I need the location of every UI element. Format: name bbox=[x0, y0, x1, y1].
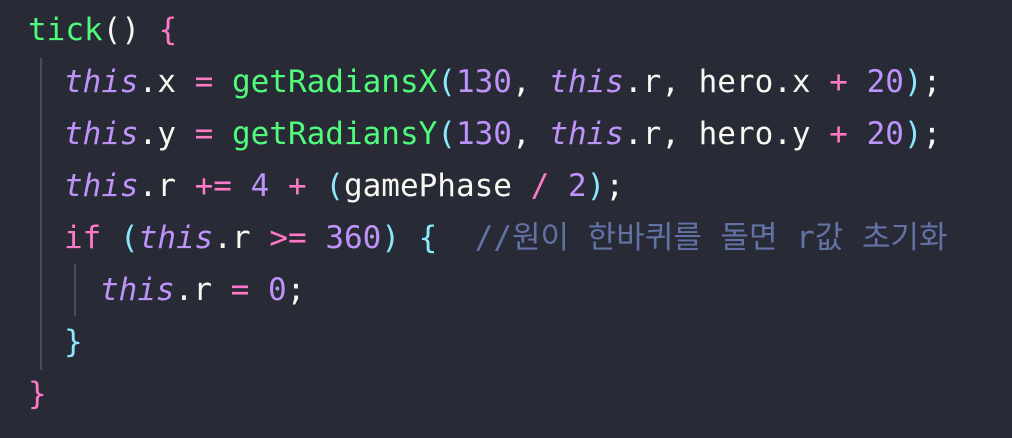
separator: , bbox=[511, 116, 550, 152]
operator: >= bbox=[250, 220, 326, 256]
if-keyword: if bbox=[64, 220, 102, 256]
code-line-4: this.r += 4 + (gamePhase / 2); bbox=[64, 160, 624, 212]
number: 360 bbox=[325, 220, 382, 256]
function-name: tick bbox=[28, 12, 103, 48]
paren: ( bbox=[325, 168, 344, 204]
this-keyword: this bbox=[549, 64, 624, 100]
code-line-1: tick() { bbox=[28, 4, 177, 56]
semicolon: ; bbox=[922, 116, 942, 152]
operator: / bbox=[511, 168, 568, 204]
indent-guide-inner bbox=[74, 264, 76, 316]
property: .r bbox=[213, 220, 251, 256]
this-keyword: this bbox=[64, 64, 139, 100]
number: 130 bbox=[455, 64, 512, 100]
code-line-7: } bbox=[64, 316, 83, 368]
operator: + bbox=[810, 116, 867, 152]
operator: += bbox=[175, 168, 251, 204]
variable: gamePhase bbox=[343, 168, 512, 204]
operator: = bbox=[175, 64, 232, 100]
number: 130 bbox=[455, 116, 512, 152]
number: 20 bbox=[866, 64, 904, 100]
number: 20 bbox=[866, 116, 904, 152]
separator: , bbox=[661, 116, 699, 152]
open-brace: { bbox=[158, 12, 178, 48]
this-keyword: this bbox=[64, 168, 139, 204]
indent-guide-outer bbox=[40, 58, 42, 370]
semicolon: ; bbox=[605, 168, 624, 204]
property: .r bbox=[138, 168, 176, 204]
property: .x bbox=[138, 64, 176, 100]
close-brace: } bbox=[28, 376, 47, 412]
number: 4 bbox=[250, 168, 270, 204]
number: 2 bbox=[567, 168, 587, 204]
function-call: getRadiansY bbox=[231, 116, 438, 152]
argument: hero.y bbox=[698, 116, 811, 152]
property: .r bbox=[174, 272, 212, 308]
parens: () bbox=[102, 12, 140, 48]
paren: ) bbox=[381, 220, 400, 256]
paren: ( bbox=[437, 64, 456, 100]
paren: ) bbox=[903, 64, 923, 100]
operator: + bbox=[810, 64, 867, 100]
paren: ( bbox=[120, 220, 139, 256]
property: .r bbox=[623, 64, 662, 100]
code-line-5: if (this.r >= 360) { //원이 한바퀴를 돌면 r값 초기화 bbox=[64, 212, 948, 264]
code-editor[interactable]: tick() { this.x = getRadiansX(130, this.… bbox=[0, 0, 1012, 438]
property: .r bbox=[623, 116, 662, 152]
code-line-8: } bbox=[28, 368, 47, 420]
operator: = bbox=[211, 272, 268, 308]
paren: ( bbox=[437, 116, 456, 152]
this-keyword: this bbox=[549, 116, 624, 152]
function-call: getRadiansX bbox=[231, 64, 438, 100]
paren: ) bbox=[903, 116, 923, 152]
property: .y bbox=[138, 116, 176, 152]
argument: hero.x bbox=[698, 64, 811, 100]
this-keyword: this bbox=[100, 272, 175, 308]
this-keyword: this bbox=[138, 220, 214, 256]
semicolon: ; bbox=[286, 272, 306, 308]
close-brace: } bbox=[64, 324, 83, 360]
this-keyword: this bbox=[64, 116, 139, 152]
paren: ) bbox=[586, 168, 606, 204]
code-line-2: this.x = getRadiansX(130, this.r, hero.x… bbox=[64, 56, 941, 108]
code-line-6: this.r = 0; bbox=[100, 264, 305, 316]
code-comment: //원이 한바퀴를 돌면 r값 초기화 bbox=[474, 220, 948, 256]
separator: , bbox=[511, 64, 550, 100]
operator: + bbox=[269, 168, 326, 204]
semicolon: ; bbox=[922, 64, 942, 100]
separator: , bbox=[661, 64, 699, 100]
open-brace: { bbox=[418, 220, 438, 256]
code-line-3: this.y = getRadiansY(130, this.r, hero.y… bbox=[64, 108, 941, 160]
number: 0 bbox=[267, 272, 287, 308]
operator: = bbox=[175, 116, 232, 152]
